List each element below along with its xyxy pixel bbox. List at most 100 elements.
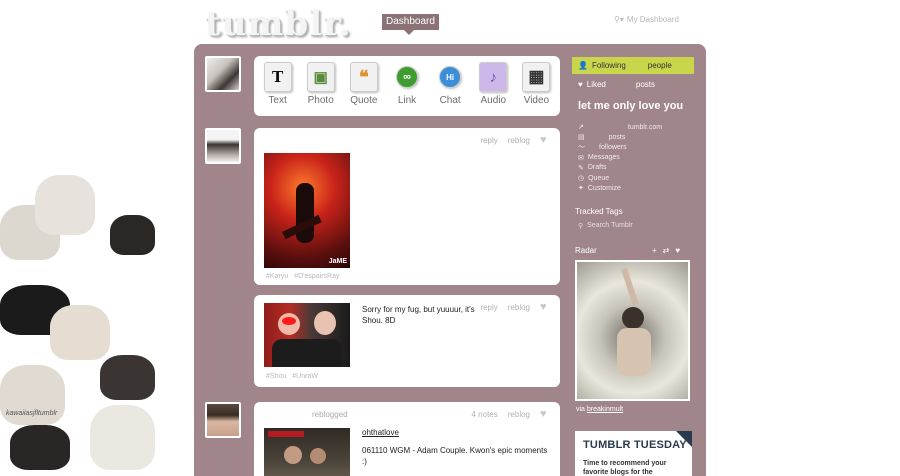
plus-icon[interactable]: + (652, 246, 657, 255)
post-type-text[interactable]: T Text (256, 60, 299, 112)
background-figure (50, 305, 110, 360)
figure-body (617, 328, 651, 376)
sidebar-item-followers[interactable]: 〜 followers (578, 142, 662, 152)
sidebar-item-queue[interactable]: ◷ Queue (578, 173, 662, 183)
post-card: reply reblog ♥ Sorry for my fug, but yuu… (254, 295, 560, 387)
search-icon[interactable]: ⚲▾ (614, 15, 624, 24)
post-avatar[interactable] (205, 128, 241, 164)
video-icon: ▦ (522, 62, 551, 92)
reblog-link[interactable]: reblog (508, 136, 530, 145)
blog-title[interactable]: let me only love you (578, 100, 683, 112)
post-type-audio[interactable]: ♪ Audio (472, 60, 515, 112)
background-figure (10, 425, 70, 470)
reblogged-label: reblogged (312, 410, 348, 419)
notes-link[interactable]: 4 notes (472, 410, 498, 419)
tag-link[interactable]: #Karyu (266, 273, 288, 280)
search-icon: ⚲ (578, 223, 584, 230)
post-composer: T Text ▣ Photo ❝ Quote ∞ Link Hi Chat ♪ … (254, 56, 560, 116)
post-photo[interactable] (264, 428, 350, 476)
tag-link[interactable]: #Shou (266, 373, 286, 380)
sidebar-item-customize[interactable]: ✦ Customize (578, 183, 662, 193)
radar-via: via breakinmult (576, 406, 623, 413)
search-area[interactable]: ⚲▾ My Dashboard (614, 15, 679, 24)
figure-head (622, 307, 644, 329)
tracked-tags-heading: Tracked Tags (575, 207, 623, 216)
sidebar-item-messages[interactable]: ✉ Messages (578, 153, 662, 163)
radar-heading: Radar (575, 246, 597, 255)
post-tags: #Karyu #D'espairsRay (266, 273, 340, 280)
background-figure (110, 215, 155, 255)
chat-icon: Hi (439, 66, 462, 88)
heart-icon: ♥ (578, 80, 583, 89)
tumblr-logo[interactable]: tumblr. (205, 4, 352, 44)
post-tags: #Shou #UnraW (266, 373, 318, 380)
tag-link[interactable]: #D'espairsRay (294, 273, 339, 280)
face-shape (310, 448, 326, 464)
like-heart-icon[interactable]: ♥ (540, 409, 550, 420)
post-photo[interactable]: JaME (264, 153, 350, 268)
reblog-link[interactable]: reblog (508, 410, 530, 419)
dashboard-button[interactable]: Dashboard (382, 14, 439, 35)
post-type-link[interactable]: ∞ Link (385, 60, 428, 112)
reply-link[interactable]: reply (480, 136, 497, 145)
radar-tools: + ⇄ ♥ (652, 246, 680, 255)
followers-icon: 〜 (578, 144, 585, 152)
reply-link[interactable]: reply (480, 303, 497, 312)
like-heart-icon[interactable]: ♥ (540, 302, 550, 313)
drafts-icon: ✎ (578, 164, 584, 172)
post-controls: reply reblog ♥ (480, 302, 550, 313)
post-photo[interactable] (264, 303, 350, 367)
messages-icon: ✉ (578, 154, 584, 162)
tumblr-tuesday-title: TUMBLR TUESDAY (583, 439, 687, 451)
radar-image[interactable] (575, 260, 690, 401)
tumblr-dashboard: kawaiiasjfltumblr tumblr. Dashboard ⚲▾ M… (0, 0, 900, 476)
tumblr-tuesday-box[interactable]: TUMBLR TUESDAY Time to recommend your fa… (575, 431, 692, 476)
post-type-quote[interactable]: ❝ Quote (342, 60, 385, 112)
search-input[interactable]: My Dashboard (627, 15, 679, 24)
censor-mark (282, 317, 296, 325)
background-caption: kawaiiasjfltumblr (6, 410, 58, 417)
audio-icon: ♪ (479, 62, 508, 92)
heart-icon[interactable]: ♥ (675, 246, 680, 255)
quote-icon: ❝ (349, 62, 378, 92)
post-type-chat[interactable]: Hi Chat (429, 60, 472, 112)
broadcast-logo (268, 431, 304, 437)
external-link-icon: ↗ (578, 124, 584, 132)
face-shape (284, 446, 302, 464)
post-card: reblogged 4 notes reblog ♥ ohthatlove 06… (254, 402, 560, 476)
post-card: reply reblog ♥ JaME #Karyu #D'espairsRay (254, 128, 560, 285)
user-avatar[interactable] (205, 56, 241, 92)
post-controls: reply reblog ♥ (480, 135, 550, 146)
clothing-shape (272, 339, 342, 367)
search-tumblr-input[interactable]: ⚲ Search Tumblr (578, 222, 633, 230)
posts-icon: ▤ (578, 134, 585, 142)
background-figure (35, 175, 95, 235)
sidebar-item-tumblr-com[interactable]: ↗ tumblr.com (578, 122, 662, 132)
customize-icon: ✦ (578, 185, 584, 193)
post-type-video[interactable]: ▦ Video (515, 60, 558, 112)
reblog-link[interactable]: reblog (508, 303, 530, 312)
reblog-icon[interactable]: ⇄ (663, 246, 670, 255)
face-shape (314, 311, 336, 335)
sidebar-item-drafts[interactable]: ✎ Drafts (578, 163, 662, 173)
following-link[interactable]: 👤 Following people (572, 57, 694, 74)
person-icon: 👤 (578, 61, 588, 70)
source-user-link[interactable]: ohthatlove (362, 428, 399, 437)
post-avatar[interactable] (205, 402, 241, 438)
background-artwork (0, 165, 160, 476)
via-label: via (576, 406, 585, 413)
like-heart-icon[interactable]: ♥ (540, 135, 550, 146)
tag-link[interactable]: #UnraW (292, 373, 318, 380)
post-text: Sorry for my fug, but yuuuur, it's Shou.… (362, 305, 475, 325)
figure-arm (621, 268, 639, 306)
photo-icon: ▣ (306, 62, 335, 92)
performer-silhouette (296, 183, 314, 243)
via-user-link[interactable]: breakinmult (587, 406, 623, 413)
photo-watermark: JaME (328, 258, 347, 265)
liked-link[interactable]: ♥ Liked posts (578, 80, 655, 89)
post-type-photo[interactable]: ▣ Photo (299, 60, 342, 112)
post-controls: 4 notes reblog ♥ (472, 409, 551, 420)
background-figure (100, 355, 155, 400)
background-figure (90, 405, 155, 470)
sidebar-item-posts[interactable]: ▤ posts (578, 132, 662, 142)
